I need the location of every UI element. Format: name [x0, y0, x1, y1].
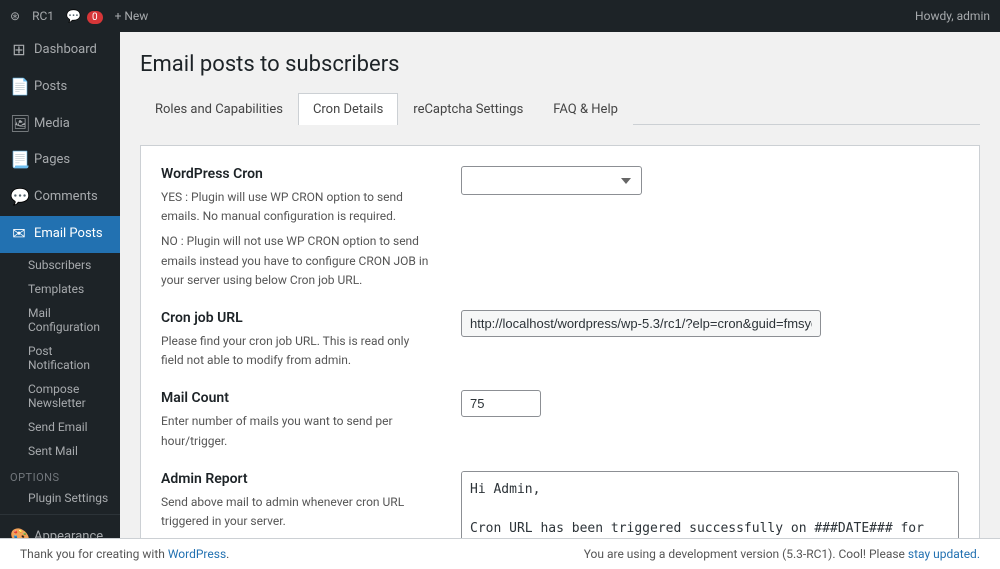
mail-count-control	[461, 390, 959, 417]
page-title: Email posts to subscribers	[140, 52, 980, 77]
admin-report-description: Admin Report Send above mail to admin wh…	[161, 471, 431, 538]
sidebar-label-pages: Pages	[34, 152, 70, 169]
settings-card: WordPress Cron YES : Plugin will use WP …	[140, 145, 980, 538]
mail-count-input[interactable]	[461, 390, 541, 417]
mail-count-row: Mail Count Enter number of mails you wan…	[161, 390, 959, 450]
site-name[interactable]: RC1	[32, 9, 54, 23]
sidebar-item-posts[interactable]: 📄 Posts	[0, 69, 120, 106]
wp-cron-row: WordPress Cron YES : Plugin will use WP …	[161, 166, 959, 290]
sidebar-label-email-posts: Email Posts	[34, 226, 103, 243]
sidebar-sub-sent-mail[interactable]: Sent Mail	[0, 439, 120, 463]
sidebar-label-posts: Posts	[34, 79, 67, 96]
top-bar-left: ⊛ RC1 💬 0 + New	[10, 9, 148, 23]
comments-badge: 0	[87, 11, 103, 24]
options-section-label: Options	[0, 463, 120, 486]
posts-icon: 📄	[10, 77, 28, 98]
new-button[interactable]: + New	[115, 9, 149, 23]
mail-count-description: Mail Count Enter number of mails you wan…	[161, 390, 431, 450]
top-bar-right: Howdy, admin	[915, 9, 990, 23]
sidebar-label-dashboard: Dashboard	[34, 42, 97, 59]
footer-right: You are using a development version (5.3…	[584, 547, 980, 561]
cron-url-row: Cron job URL Please find your cron job U…	[161, 310, 959, 370]
tab-faq[interactable]: FAQ & Help	[538, 93, 633, 125]
sidebar-item-media[interactable]: 🖼 Media	[0, 106, 120, 143]
sidebar-label-media: Media	[34, 116, 70, 133]
main-content: Email posts to subscribers Roles and Cap…	[120, 32, 1000, 538]
appearance-icon: 🎨	[10, 527, 28, 538]
dashboard-icon: ⊞	[10, 40, 28, 61]
comments-icon[interactable]: 💬 0	[66, 9, 103, 23]
sidebar-sub-plugin-settings[interactable]: Plugin Settings	[0, 486, 120, 510]
sidebar-item-comments[interactable]: 💬 Comments	[0, 179, 120, 216]
sidebar-divider	[0, 514, 120, 515]
sidebar-item-email-posts[interactable]: ✉ Email Posts	[0, 216, 120, 253]
tab-roles[interactable]: Roles and Capabilities	[140, 93, 298, 125]
tabs-bar: Roles and Capabilities Cron Details reCa…	[140, 93, 980, 125]
admin-report-desc: Send above mail to admin whenever cron U…	[161, 493, 431, 531]
admin-report-label: Admin Report	[161, 471, 431, 487]
sidebar-item-appearance[interactable]: 🎨 Appearance	[0, 519, 120, 538]
media-icon: 🖼	[10, 114, 28, 135]
footer-stay-updated-link[interactable]: stay updated.	[908, 547, 980, 561]
wp-cron-description: WordPress Cron YES : Plugin will use WP …	[161, 166, 431, 290]
wp-cron-select[interactable]: YES (Use WP CRON) NO (Use Server CRON)	[461, 166, 642, 195]
sidebar-label-comments: Comments	[34, 189, 98, 206]
pages-icon: 📃	[10, 150, 28, 171]
admin-report-textarea[interactable]: Hi Admin, Cron URL has been triggered su…	[461, 471, 959, 538]
tab-recaptcha[interactable]: reCaptcha Settings	[398, 93, 538, 125]
email-posts-icon: ✉	[10, 224, 28, 245]
cron-url-description: Cron job URL Please find your cron job U…	[161, 310, 431, 370]
sidebar-sub-subscribers[interactable]: Subscribers	[0, 253, 120, 277]
wp-logo[interactable]: ⊛	[10, 9, 20, 23]
wp-cron-control: YES (Use WP CRON) NO (Use Server CRON)	[461, 166, 959, 195]
footer-wp-link[interactable]: WordPress	[168, 547, 226, 561]
footer-left: Thank you for creating with WordPress.	[20, 547, 229, 561]
wp-cron-label: WordPress Cron	[161, 166, 431, 182]
wp-cron-desc-yes: YES : Plugin will use WP CRON option to …	[161, 188, 431, 226]
admin-report-control: Hi Admin, Cron URL has been triggered su…	[461, 471, 959, 538]
cron-url-control	[461, 310, 959, 337]
sidebar-sub-post-notification[interactable]: Post Notification	[0, 339, 120, 377]
mail-count-desc: Enter number of mails you want to send p…	[161, 412, 431, 450]
sidebar-sub-send-email[interactable]: Send Email	[0, 415, 120, 439]
sidebar-label-appearance: Appearance	[34, 529, 103, 538]
footer: Thank you for creating with WordPress. Y…	[0, 538, 1000, 569]
mail-count-label: Mail Count	[161, 390, 431, 406]
sidebar-item-pages[interactable]: 📃 Pages	[0, 142, 120, 179]
wp-cron-desc-no: NO : Plugin will not use WP CRON option …	[161, 232, 431, 290]
sidebar: ⊞ Dashboard 📄 Posts 🖼 Media 📃 Pages 💬 Co…	[0, 32, 120, 538]
sidebar-sub-mail-configuration[interactable]: Mail Configuration	[0, 301, 120, 339]
footer-left-text: Thank you for creating with	[20, 547, 168, 561]
sidebar-sub-templates[interactable]: Templates	[0, 277, 120, 301]
tab-cron[interactable]: Cron Details	[298, 93, 398, 125]
cron-url-input[interactable]	[461, 310, 821, 337]
comments-sidebar-icon: 💬	[10, 187, 28, 208]
admin-report-row: Admin Report Send above mail to admin wh…	[161, 471, 959, 538]
howdy-text: Howdy, admin	[915, 9, 990, 23]
sidebar-sub-compose-newsletter[interactable]: Compose Newsletter	[0, 377, 120, 415]
cron-url-label: Cron job URL	[161, 310, 431, 326]
sidebar-item-dashboard[interactable]: ⊞ Dashboard	[0, 32, 120, 69]
cron-url-desc: Please find your cron job URL. This is r…	[161, 332, 431, 370]
footer-right-text: You are using a development version (5.3…	[584, 547, 908, 561]
top-bar: ⊛ RC1 💬 0 + New Howdy, admin	[0, 0, 1000, 32]
